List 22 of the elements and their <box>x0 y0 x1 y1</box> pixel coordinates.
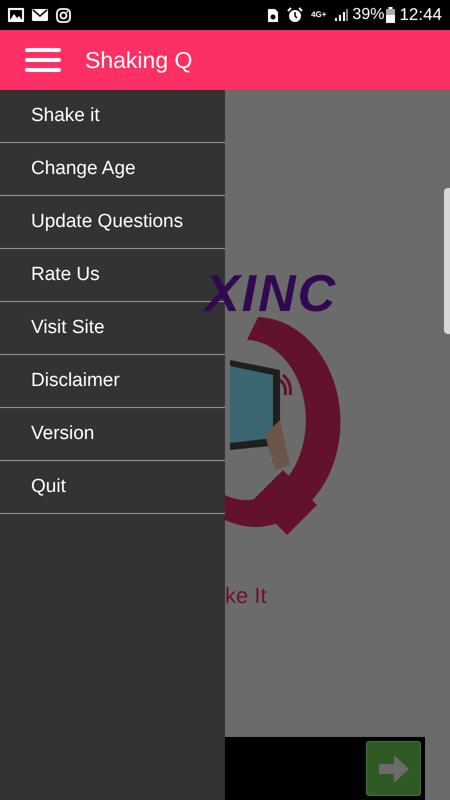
image-icon <box>8 8 24 22</box>
signal-icon <box>334 8 348 22</box>
menu-item[interactable]: Version <box>0 408 225 461</box>
camera-icon <box>56 8 71 22</box>
caption: ke It <box>225 585 267 607</box>
menu-item[interactable]: Rate Us <box>0 249 225 302</box>
menu-item[interactable]: Disclaimer <box>0 355 225 408</box>
arrow-icon <box>378 754 408 782</box>
menu-icon[interactable] <box>25 47 61 73</box>
clock: 12:44 <box>399 4 442 26</box>
menu-item[interactable]: Quit <box>0 461 225 514</box>
menu-item[interactable]: Update Questions <box>0 196 225 249</box>
network-type: 4G+ <box>311 11 326 19</box>
menu-item[interactable]: Change Age <box>0 143 225 196</box>
menu-item[interactable]: Visit Site <box>0 302 225 355</box>
menu-item[interactable]: Shake it <box>0 90 225 143</box>
sim-icon <box>267 8 280 22</box>
battery-percent: 39% <box>352 5 384 25</box>
mail-icon <box>32 9 48 21</box>
alarm-icon <box>287 7 304 23</box>
battery-icon <box>386 7 396 23</box>
app-title: Shaking Q <box>85 46 192 75</box>
